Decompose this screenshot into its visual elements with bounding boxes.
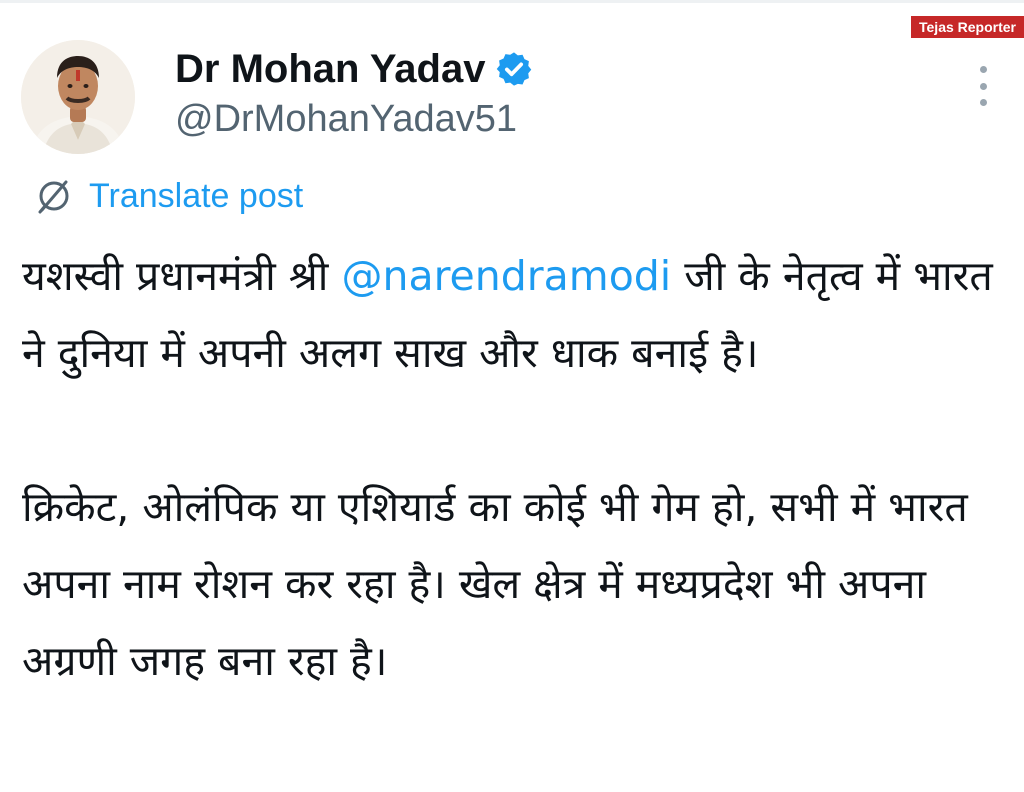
more-options-icon[interactable] <box>966 62 1000 110</box>
more-dot <box>979 66 987 73</box>
post-paragraph-2: क्रिकेट, ओलंपिक या एशियार्ड का कोई भी गे… <box>22 483 968 685</box>
more-dot <box>979 99 987 106</box>
translate-post-link[interactable]: Translate post <box>33 174 303 218</box>
person-avatar-icon <box>21 40 135 154</box>
top-divider <box>0 0 1024 3</box>
post-text: यशस्वी प्रधानमंत्री श्री @narendramodi ज… <box>22 238 1007 700</box>
post-text-segment: यशस्वी प्रधानमंत्री श्री <box>22 252 342 300</box>
more-dot <box>979 82 987 90</box>
mention-link[interactable]: @narendramodi <box>341 252 671 300</box>
translate-globe-icon <box>38 180 69 214</box>
verified-badge-icon[interactable] <box>495 50 533 88</box>
author-handle[interactable]: @DrMohanYadav51 <box>175 98 517 141</box>
profile-avatar[interactable] <box>21 40 135 154</box>
watermark-label: Tejas Reporter <box>911 16 1024 38</box>
post-paragraph-1: यशस्वी प्रधानमंत्री श्री @narendramodi ज… <box>22 238 1007 392</box>
translate-post-label: Translate post <box>89 176 304 215</box>
author-name[interactable]: Dr Mohan Yadav <box>175 47 485 92</box>
author-name-row: Dr Mohan Yadav <box>175 43 533 95</box>
